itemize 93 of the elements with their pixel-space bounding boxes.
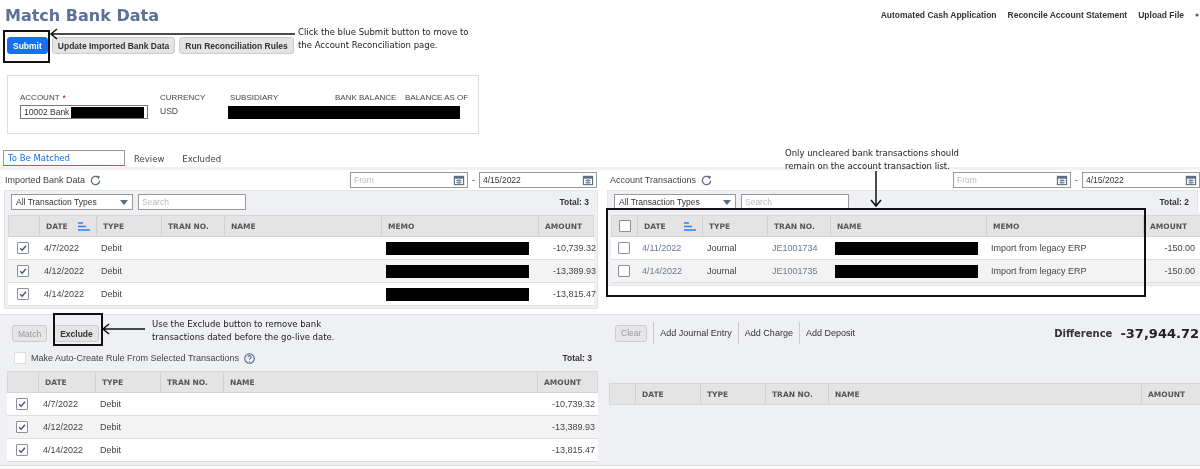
total-count: Total: 2 <box>1159 197 1189 207</box>
tab[interactable]: To Be Matched <box>3 150 125 166</box>
tran-no-link[interactable]: JE1001734 <box>766 243 829 253</box>
field-label: ACCOUNT <box>20 92 60 104</box>
action-button[interactable]: Exclude <box>54 325 99 342</box>
checkbox[interactable] <box>17 265 29 277</box>
type-cell-text: Journal <box>706 243 738 253</box>
calendar-icon[interactable] <box>582 175 594 186</box>
callout-text: Click the blue Submit button to move to the Account Reconciliation page. <box>298 26 470 52</box>
add-link[interactable]: Add Journal Entry <box>653 322 738 344</box>
amount-cell-text: -150.00 <box>1163 243 1196 253</box>
total-count: Total: 3 <box>559 197 589 207</box>
date-cell-text: 4/7/2022 <box>43 243 81 253</box>
amount-cell-text: -13,389.93 <box>550 422 596 432</box>
field-label: SUBSIDIARY <box>230 92 279 104</box>
checkbox[interactable] <box>617 265 630 277</box>
tab[interactable]: Review <box>125 150 174 170</box>
callout-arrow <box>101 323 145 335</box>
sort-icon[interactable] <box>684 221 696 231</box>
page-title: Match Bank Data <box>5 5 160 25</box>
callout-text: Use the Exclude button to remove bank transactions dated before the go-live date. <box>152 318 336 344</box>
date-link[interactable]: 4/14/2022 <box>636 266 701 276</box>
account-field[interactable]: 10002 Bank <box>20 105 148 119</box>
memo-cell-text: Import from legacy ERP <box>990 266 1088 276</box>
action-button[interactable]: Update Imported Bank Data <box>51 37 176 54</box>
checkbox-label: Make Auto-Create Rule From Selected Transactions <box>31 353 240 363</box>
panel-title: Imported Bank Data <box>5 175 86 185</box>
refresh-icon[interactable] <box>89 173 103 187</box>
type-cell-text: Debit <box>100 266 123 276</box>
type-cell-text: Journal <box>706 266 738 276</box>
callout-arrow <box>870 171 882 208</box>
date-cell-text: 4/12/2022 <box>42 422 85 432</box>
date-field[interactable]: 4/15/2022 <box>1082 172 1200 188</box>
action-button[interactable]: Submit <box>7 37 48 54</box>
amount-cell-text: -10,739.32 <box>550 399 596 409</box>
memo-cell-text: Import from legacy ERP <box>990 243 1088 253</box>
help-icon[interactable] <box>244 352 256 364</box>
amount-cell-text: -13,815.47 <box>551 289 597 299</box>
difference-value: -37,944.72 <box>1120 325 1199 341</box>
calendar-icon[interactable] <box>1185 175 1197 186</box>
sort-icon[interactable] <box>78 221 90 231</box>
currency-value: USD <box>160 105 179 118</box>
highlight-frame <box>3 30 50 63</box>
type-cell-text: Debit <box>99 422 122 432</box>
range-dash: - <box>472 175 475 185</box>
caret-icon <box>723 199 731 205</box>
checkbox[interactable] <box>17 288 29 300</box>
type-cell-text: Debit <box>100 243 123 253</box>
field-label: BALANCE AS OF <box>405 92 469 104</box>
tran-no-link[interactable]: JE1001735 <box>766 266 829 276</box>
checkbox[interactable] <box>618 220 631 232</box>
header-link[interactable]: Reconcile Account Statement <box>1007 10 1128 20</box>
action-button[interactable]: Run Reconciliation Rules <box>179 37 294 54</box>
type-cell-text: Debit <box>100 289 123 299</box>
panel-title: Account Transactions <box>610 175 697 185</box>
required-mark: * <box>62 92 66 104</box>
amount-cell-text: -150.00 <box>1163 266 1196 276</box>
add-link[interactable]: Add Charge <box>737 322 799 344</box>
date-field[interactable]: 4/15/2022 <box>479 172 597 188</box>
field-label: BANK BALANCE <box>335 92 397 104</box>
type-cell-text: Debit <box>99 399 122 409</box>
search-field[interactable]: Search <box>138 194 246 210</box>
calendar-icon[interactable] <box>1056 175 1068 186</box>
refresh-icon[interactable] <box>700 173 714 187</box>
amount-cell-text: -13,815.47 <box>550 445 596 455</box>
callout-text: Only uncleared bank transactions should remain on the account transaction list. <box>785 147 960 173</box>
date-field[interactable]: From <box>953 172 1071 188</box>
date-cell-text: 4/12/2022 <box>43 266 86 276</box>
header-link[interactable]: Automated Cash Application <box>880 10 997 20</box>
add-link[interactable]: Add Deposit <box>798 322 861 344</box>
field-label: CURRENCY <box>160 92 206 104</box>
date-field[interactable]: From <box>350 172 468 188</box>
tab[interactable]: Excluded <box>173 150 231 170</box>
caret-icon <box>120 199 128 205</box>
checkbox[interactable] <box>17 242 29 254</box>
highlight-frame <box>53 313 103 346</box>
type-cell-text: Debit <box>99 445 122 455</box>
checkbox[interactable] <box>16 421 28 433</box>
date-cell-text: 4/7/2022 <box>42 399 80 409</box>
type-dropdown[interactable]: All Transaction Types <box>11 194 133 210</box>
checkbox[interactable] <box>16 398 28 410</box>
header-link[interactable]: Upload File <box>1138 10 1184 20</box>
amount-cell-text: -13,389.93 <box>551 266 597 276</box>
checkbox[interactable] <box>617 242 630 254</box>
range-dash: - <box>1075 175 1078 185</box>
difference-label: Difference <box>1054 327 1113 339</box>
calendar-icon[interactable] <box>453 175 465 186</box>
date-cell-text: 4/14/2022 <box>43 289 86 299</box>
amount-cell-text: -10,739.32 <box>551 243 597 253</box>
date-link[interactable]: 4/11/2022 <box>636 243 701 253</box>
date-cell-text: 4/14/2022 <box>42 445 85 455</box>
total-count: Total: 3 <box>562 353 592 363</box>
checkbox[interactable] <box>16 444 28 456</box>
